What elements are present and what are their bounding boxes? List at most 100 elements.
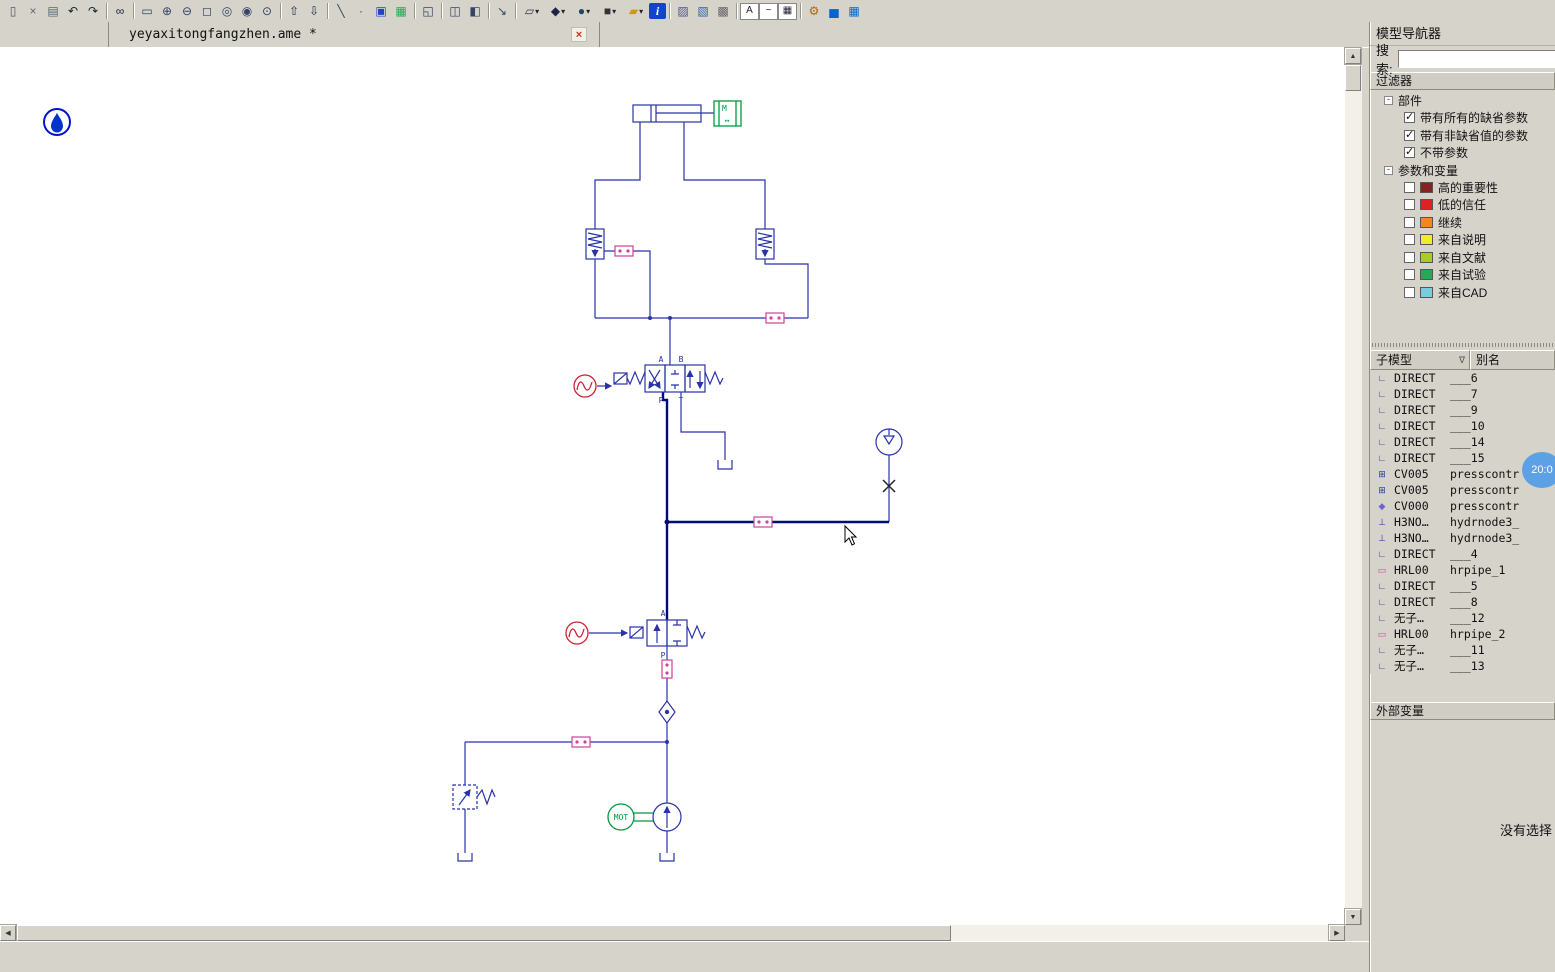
collapse-icon[interactable] — [1384, 165, 1393, 175]
submodel-table-row[interactable]: ∟ 无子… ___12 — [1370, 610, 1555, 626]
hydraulic-pipe-hrpipe[interactable] — [614, 245, 634, 257]
filter-checkbox[interactable] — [1404, 286, 1415, 298]
submodel-table-row[interactable]: ∟ DIRECT ___8 — [1370, 594, 1555, 610]
filter-checkbox[interactable] — [1404, 181, 1415, 193]
pilot-relief-valve[interactable] — [452, 784, 496, 810]
main-pressure-line[interactable] — [661, 392, 889, 620]
tank-symbol[interactable] — [717, 460, 733, 470]
filter-checkbox[interactable] — [1404, 269, 1415, 281]
scroll-down-button[interactable]: ▼ — [1345, 909, 1361, 925]
submodel-table-row[interactable]: ∟ DIRECT ___4 — [1370, 546, 1555, 562]
collapse-icon[interactable] — [1384, 96, 1393, 105]
toolbar-icon-curve-item[interactable]: ~ — [759, 2, 778, 20]
toolbar-icon-submodel-mode[interactable]: ◆ — [545, 2, 571, 21]
accumulator[interactable] — [875, 428, 903, 456]
vertical-scroll-thumb[interactable] — [1345, 65, 1361, 91]
submodel-table-row[interactable]: ⊥ H3NO… hydrnode3_ — [1370, 514, 1555, 530]
submodel-table-row[interactable]: ∟ DIRECT ___7 — [1370, 386, 1555, 402]
junction-node[interactable] — [648, 316, 652, 320]
toolbar-icon-zoom-selection[interactable]: ⊙ — [257, 2, 277, 21]
toolbar-icon-window-split-h[interactable]: ◫ — [445, 2, 465, 21]
relief-valve-right[interactable] — [755, 228, 775, 260]
filter-checkbox[interactable] — [1404, 251, 1415, 263]
submodel-table-row[interactable]: ∟ 无子… ___13 — [1370, 658, 1555, 674]
scroll-left-button[interactable]: ◀ — [0, 925, 16, 941]
toolbar-icon-export[interactable]: ↘ — [492, 2, 512, 21]
filter-checkbox[interactable] — [1404, 216, 1415, 228]
toolbar-icon-table-manager[interactable]: ▦ — [844, 2, 864, 21]
toolbar-icon-zoom-out[interactable]: ⊖ — [177, 2, 197, 21]
column-header-submodel[interactable]: 子模型 ∇ — [1370, 350, 1470, 370]
junction-node[interactable] — [665, 740, 669, 744]
toolbar-icon-move-down[interactable]: ⇩ — [304, 2, 324, 21]
toolbar-icon-run-mode[interactable]: ■ — [597, 2, 623, 21]
sort-filter-icon[interactable]: ∇ — [1459, 352, 1465, 369]
toolbar-icon-plot-manager[interactable]: ▅ — [824, 2, 844, 21]
hydraulic-pipe-hrpipe-1[interactable] — [753, 516, 773, 528]
toolbar-icon-zoom-window[interactable]: ◻ — [197, 2, 217, 21]
horizontal-scroll-thumb[interactable] — [17, 925, 951, 941]
submodel-table-row[interactable]: ∟ DIRECT ___5 — [1370, 578, 1555, 594]
document-tab[interactable]: yeyaxitongfangzhen.ame * × — [108, 22, 600, 47]
toolbar-icon-undo[interactable]: ↶ — [63, 2, 83, 21]
toolbar-icon-batch-mode[interactable]: ▰ — [623, 2, 649, 21]
filter-checkbox[interactable] — [1404, 128, 1415, 141]
signal-source-1[interactable] — [573, 374, 613, 398]
check-valve[interactable] — [658, 699, 676, 725]
submodel-table-row[interactable]: ∟ DIRECT ___6 — [1370, 370, 1555, 386]
mass-block[interactable]: M ↔ — [713, 100, 742, 127]
toolbar-icon-image[interactable]: ▦ — [391, 2, 411, 21]
toolbar-icon-new[interactable]: ▯ — [3, 2, 23, 21]
signal-source-2[interactable] — [565, 621, 629, 645]
toolbar-icon-table-item[interactable]: ▦ — [778, 2, 797, 20]
toolbar-icon-zoom-fit[interactable]: ◎ — [217, 2, 237, 21]
toolbar-icon-zoom-previous[interactable]: ◉ — [237, 2, 257, 21]
filter-group-components[interactable]: 部件 — [1370, 92, 1555, 109]
toolbar-icon-zoom-in[interactable]: ⊕ — [157, 2, 177, 21]
toolbar-icon-preview[interactable]: ◱ — [418, 2, 438, 21]
toolbar-icon-help[interactable]: i — [649, 3, 666, 19]
tank-symbol[interactable] — [457, 853, 473, 862]
submodel-table-row[interactable]: ⊥ H3NO… hydrnode3_ — [1370, 530, 1555, 546]
filter-checkbox[interactable] — [1404, 145, 1415, 159]
hydraulic-cylinder[interactable] — [632, 104, 714, 123]
toolbar-icon-find[interactable]: ∞ — [110, 2, 130, 21]
toolbar-icon-window-split-v[interactable]: ◧ — [465, 2, 485, 21]
toolbar-icon-post-chart[interactable]: ▧ — [693, 2, 713, 21]
hydraulic-pipe-hrpipe[interactable] — [571, 736, 591, 748]
scroll-up-button[interactable]: ▲ — [1345, 48, 1361, 64]
filter-group-parameters[interactable]: 参数和变量 — [1370, 162, 1555, 179]
scroll-right-button[interactable]: ▶ — [1329, 925, 1345, 941]
canvas-vertical-scrollbar[interactable]: ▲ ▼ — [1345, 48, 1362, 925]
submodel-table-row[interactable]: ∟ 无子… ___11 — [1370, 642, 1555, 658]
submodel-table-row[interactable]: ⊞ CV005 presscontr — [1370, 482, 1555, 498]
panel-splitter[interactable] — [1370, 340, 1555, 350]
submodel-table-row[interactable]: ◆ CV000 presscontr — [1370, 498, 1555, 514]
toolbar-icon-report[interactable]: ▣ — [371, 2, 391, 21]
toolbar-icon-cut[interactable]: × — [23, 2, 43, 21]
hydraulic-pump[interactable] — [652, 802, 682, 832]
toolbar-icon-post-image[interactable]: ▨ — [673, 2, 693, 21]
filter-checkbox[interactable] — [1404, 110, 1415, 124]
submodel-table-row[interactable]: ∟ DIRECT ___14 — [1370, 434, 1555, 450]
toolbar-icon-redo[interactable]: ↷ — [83, 2, 103, 21]
close-tab-button[interactable]: × — [571, 27, 587, 42]
toolbar-icon-point-tool[interactable]: · — [351, 2, 371, 21]
electric-motor[interactable]: MOT — [607, 803, 653, 831]
submodel-table-row[interactable]: ∟ DIRECT ___10 — [1370, 418, 1555, 434]
relief-valve-left[interactable] — [585, 228, 605, 260]
tank-symbol[interactable] — [659, 853, 675, 862]
toolbar-icon-parameter-mode[interactable]: ● — [571, 2, 597, 21]
toolbar-icon-move-up[interactable]: ⇧ — [284, 2, 304, 21]
toolbar-icon-text-item[interactable]: A — [740, 2, 759, 20]
toolbar-icon-zoom-page[interactable]: ▭ — [137, 2, 157, 21]
toolbar-icon-post-settings[interactable]: ▩ — [713, 2, 733, 21]
submodel-table-row[interactable]: ▭ HRL00 hrpipe_1 — [1370, 562, 1555, 578]
search-input[interactable] — [1397, 50, 1555, 68]
hydraulic-pipe-hrpipe[interactable] — [765, 312, 785, 324]
directional-valve[interactable]: A B P T — [613, 355, 724, 405]
column-header-alias[interactable]: 别名 — [1470, 350, 1555, 370]
filter-checkbox[interactable] — [1404, 234, 1415, 246]
toolbar-icon-app-designer[interactable]: ⚙ — [804, 2, 824, 21]
submodel-table-row[interactable]: ∟ DIRECT ___9 — [1370, 402, 1555, 418]
